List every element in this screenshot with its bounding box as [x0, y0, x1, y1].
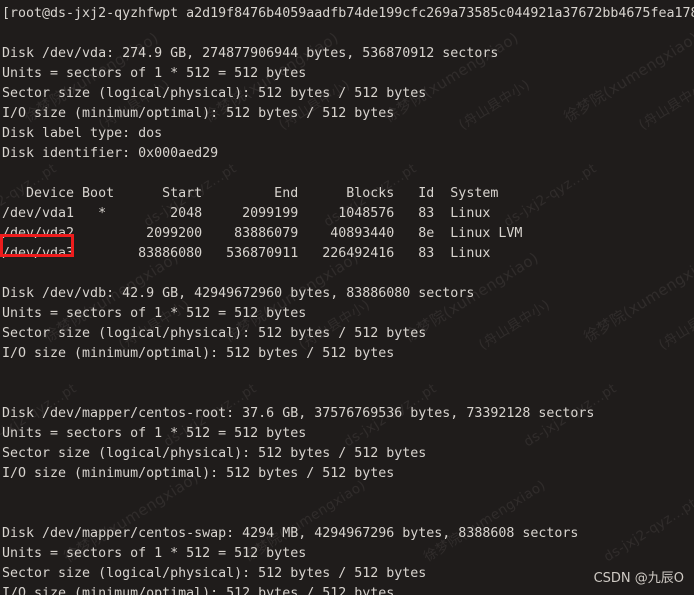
- terminal-line: I/O size (minimum/optimal): 512 bytes / …: [2, 106, 395, 121]
- terminal-line: Sector size (logical/physical): 512 byte…: [2, 566, 427, 581]
- terminal-line: Disk /dev/vdb: 42.9 GB, 42949672960 byte…: [2, 286, 475, 301]
- terminal-line: Units = sectors of 1 * 512 = 512 bytes: [2, 426, 307, 441]
- terminal-line: Device Boot Start End Blocks Id System: [2, 186, 499, 201]
- terminal-line: Units = sectors of 1 * 512 = 512 bytes: [2, 66, 307, 81]
- terminal-line: /dev/vda1 * 2048 2099199 1048576 83 Linu…: [2, 206, 491, 221]
- terminal-line: [root@ds-jxj2-qyzhfwpt a2d19f8476b4059aa…: [2, 6, 694, 21]
- terminal-line: Disk /dev/vda: 274.9 GB, 274877906944 by…: [2, 46, 499, 61]
- terminal-line: I/O size (minimum/optimal): 512 bytes / …: [2, 346, 395, 361]
- terminal-line: /dev/vda3 83886080 536870911 226492416 8…: [2, 246, 491, 261]
- terminal-line: Disk /dev/mapper/centos-root: 37.6 GB, 3…: [2, 406, 595, 421]
- terminal-line: Sector size (logical/physical): 512 byte…: [2, 326, 427, 341]
- terminal-line: Sector size (logical/physical): 512 byte…: [2, 446, 427, 461]
- terminal-line: /dev/vda2 2099200 83886079 40893440 8e L…: [2, 226, 523, 241]
- terminal-line: Disk /dev/mapper/centos-swap: 4294 MB, 4…: [2, 526, 579, 541]
- terminal-line: Disk label type: dos: [2, 126, 163, 141]
- csdn-credit-label: CSDN @九辰O: [593, 571, 684, 586]
- terminal-line: Sector size (logical/physical): 512 byte…: [2, 86, 427, 101]
- terminal-line: Units = sectors of 1 * 512 = 512 bytes: [2, 546, 307, 561]
- terminal-line: I/O size (minimum/optimal): 512 bytes / …: [2, 466, 395, 481]
- terminal-line: Disk identifier: 0x000aed29: [2, 146, 219, 161]
- terminal-window[interactable]: 徐梦院(xumengxiao) (舟山县中小) ds-jxj2-qyz...pt…: [0, 0, 694, 595]
- terminal-line: Units = sectors of 1 * 512 = 512 bytes: [2, 306, 307, 321]
- terminal-output[interactable]: [root@ds-jxj2-qyzhfwpt a2d19f8476b4059aa…: [0, 0, 694, 595]
- terminal-line: I/O size (minimum/optimal): 512 bytes / …: [2, 586, 395, 595]
